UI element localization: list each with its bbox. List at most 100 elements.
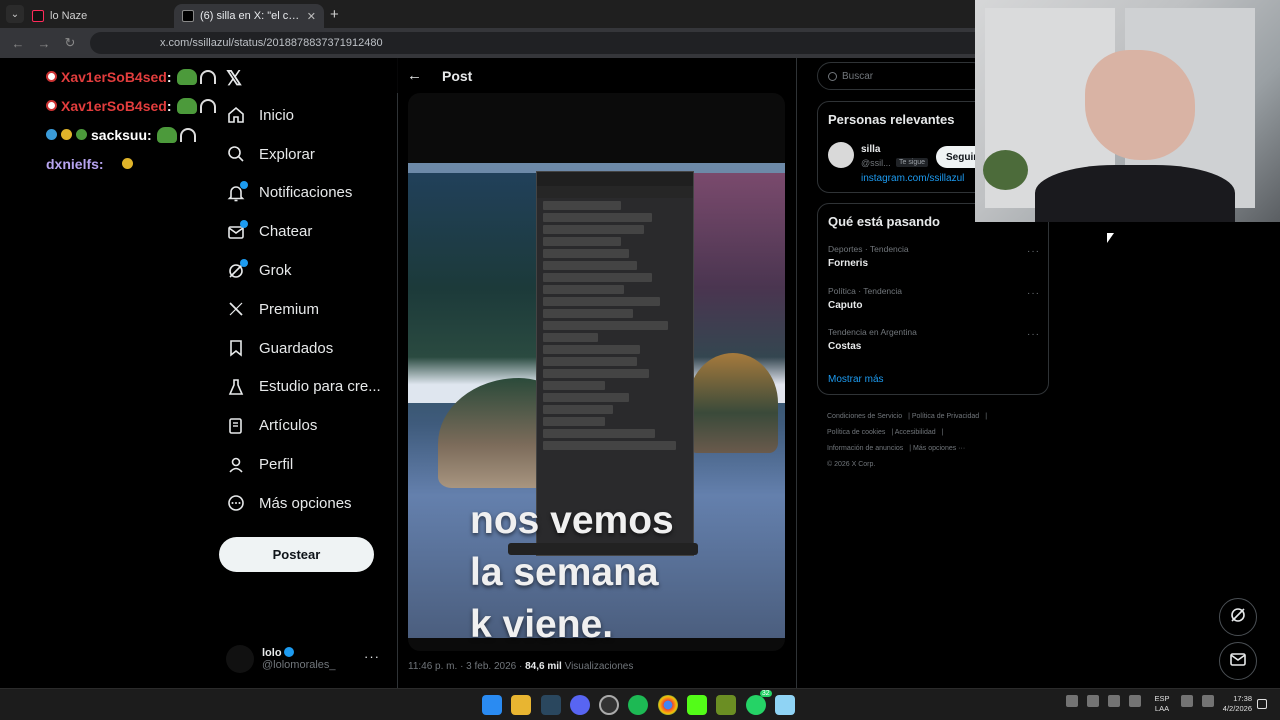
nav-item-guardados[interactable]: Guardados (219, 329, 399, 368)
trend-item[interactable]: Tendencia en Argentina Costas ··· (828, 327, 1040, 367)
clock[interactable]: 17:38 4/2/2026 (1212, 694, 1252, 714)
whatsapp-badge: 32 (759, 690, 772, 697)
x-favicon-icon (182, 10, 194, 22)
notepad-icon[interactable] (774, 695, 795, 715)
new-tab-icon[interactable]: + (330, 6, 339, 23)
nav-item-articulos[interactable]: Artículos (219, 406, 399, 445)
trend-item[interactable]: Política · Tendencia Caputo ··· (828, 286, 1040, 326)
badge-icon (61, 129, 72, 140)
nav-label: Guardados (259, 339, 334, 357)
grok-float-button[interactable] (1219, 598, 1257, 636)
defender-icon[interactable] (1108, 695, 1120, 707)
left-nav: Inicio Explorar Notificaciones Chatear G… (219, 96, 399, 523)
notepad-line (543, 297, 660, 306)
browser-tab-2[interactable]: (6) silla en X: "el chabon q le rol ✕ (174, 4, 324, 28)
language-indicator[interactable]: ESP LAA (1150, 694, 1174, 714)
nav-item-estudio[interactable]: Estudio para cre... (219, 368, 399, 407)
url-field[interactable]: x.com/ssillazul/status/20188788373719124… (90, 32, 1050, 54)
discord-icon[interactable] (569, 695, 590, 715)
nav-item-chatear[interactable]: Chatear (219, 212, 399, 251)
chat-username: Xav1erSoB4sed (61, 68, 167, 85)
whatsapp-icon[interactable]: 32 (745, 690, 772, 715)
follows-you-badge: Te sigue (896, 158, 929, 167)
grok-icon (227, 258, 248, 280)
nav-item-perfil[interactable]: Perfil (219, 445, 399, 484)
kick-icon[interactable] (687, 695, 708, 715)
nav-label: Premium (259, 300, 320, 318)
search-icon (828, 71, 837, 81)
chrome-icon[interactable] (657, 695, 678, 715)
pepe-emote-icon (176, 97, 197, 114)
account-switcher[interactable]: lolo @lolomorales_ ··· (226, 643, 386, 675)
footer-link[interactable]: Política de Privacidad (912, 413, 979, 420)
notification-center-icon[interactable] (1257, 699, 1267, 709)
x-logo-icon[interactable]: 𝕏 (226, 66, 242, 91)
footer-link[interactable]: Accesibilidad (895, 429, 936, 436)
notepad-line (543, 417, 606, 426)
trend-more-icon[interactable]: ··· (1027, 246, 1040, 257)
trend-more-icon[interactable]: ··· (1027, 288, 1040, 299)
spotify-icon[interactable] (628, 695, 649, 715)
trend-item[interactable]: Deportes · Tendencia Forneris ··· (828, 244, 1040, 284)
bell-icon (227, 180, 248, 202)
forward-icon[interactable]: → (36, 36, 52, 51)
back-icon[interactable]: ← (10, 36, 26, 51)
person-icon (227, 456, 245, 474)
nav-item-explorar[interactable]: Explorar (219, 135, 399, 174)
post-button[interactable]: Postear (219, 537, 374, 572)
close-tab-icon[interactable]: ✕ (307, 10, 316, 23)
trend-more-icon[interactable]: ··· (1027, 329, 1040, 340)
emote-icon (179, 127, 196, 142)
system-tray (1066, 695, 1150, 707)
search-icon (227, 145, 245, 163)
post-metadata: 11:46 p. m. · 3 feb. 2026 · 84,6 mil Vis… (408, 661, 633, 672)
steam-icon[interactable] (540, 695, 561, 715)
chevron-up-icon[interactable] (1066, 695, 1078, 707)
copyright: © 2026 X Corp. (827, 461, 876, 468)
notepad-line (543, 357, 637, 366)
footer-link[interactable]: Información de anuncios (827, 445, 903, 452)
bio-link[interactable]: instagram.com/ssillazul (861, 173, 964, 184)
post-video[interactable]: nos vemos la semana k viene. (408, 93, 785, 651)
footer-link[interactable]: Más opciones ··· (913, 445, 965, 452)
account-more-icon[interactable]: ··· (364, 649, 380, 664)
card-title: Personas relevantes (828, 112, 955, 127)
windows-start-icon[interactable] (482, 695, 502, 715)
sync-icon[interactable] (1087, 695, 1099, 707)
network-icon[interactable] (1181, 695, 1193, 707)
notepad-menu (537, 186, 693, 198)
nav-item-mas-opciones[interactable]: Más opciones (219, 484, 399, 523)
trend-topic: Caputo (828, 300, 863, 311)
notepad-line (543, 321, 668, 330)
reload-icon[interactable]: ↻ (62, 35, 78, 51)
badge-icon (46, 100, 57, 111)
back-arrow-icon[interactable]: ← (407, 67, 422, 84)
nav-item-inicio[interactable]: Inicio (219, 96, 399, 135)
more-icon (227, 494, 245, 512)
minecraft-icon[interactable] (716, 695, 737, 715)
browser-tab-1[interactable]: lo Naze (24, 4, 174, 28)
chat-message: sacksuu: (46, 120, 226, 149)
footer-link[interactable]: Política de cookies (827, 429, 885, 436)
post-time[interactable]: 11:46 p. m. · 3 feb. 2026 · (408, 661, 525, 672)
url-text: x.com/ssillazul/status/20188788373719124… (160, 37, 383, 49)
file-explorer-icon[interactable] (511, 695, 532, 715)
notepad-line (543, 393, 629, 402)
account-handle: @lolomorales_ (262, 659, 336, 671)
messages-float-button[interactable] (1219, 642, 1257, 680)
avatar[interactable] (828, 142, 854, 168)
person-name[interactable]: silla (861, 144, 880, 155)
lang-line: ESP (1154, 694, 1170, 703)
footer-link[interactable]: Condiciones de Servicio (827, 413, 902, 420)
video-caption: nos vemos la semana k viene. (470, 495, 674, 651)
nav-item-notificaciones[interactable]: Notificaciones (219, 174, 399, 213)
tab-search-button[interactable]: ⌄ (6, 5, 24, 23)
caption-line: k viene. (470, 603, 614, 646)
nav-item-premium[interactable]: Premium (219, 290, 399, 329)
show-more-link[interactable]: Mostrar más (828, 374, 884, 385)
microphone-icon[interactable] (1129, 695, 1141, 707)
obs-icon[interactable] (599, 695, 620, 715)
notepad-line (543, 345, 640, 354)
nav-item-grok[interactable]: Grok (219, 251, 399, 290)
search-input[interactable]: Buscar (817, 62, 987, 90)
